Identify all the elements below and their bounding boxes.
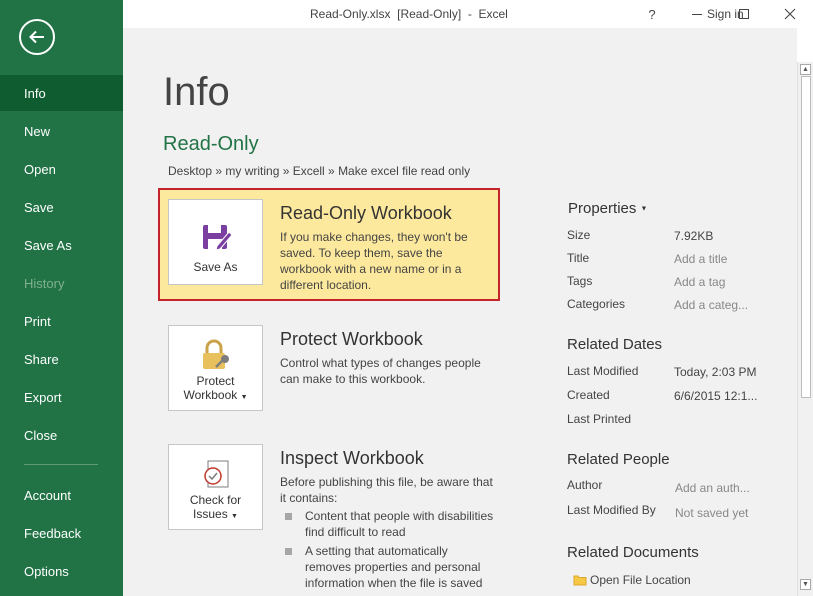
open-file-location-label: Open File Location	[590, 573, 691, 587]
title-field[interactable]: Add a title	[674, 252, 727, 266]
lock-key-icon	[202, 339, 229, 369]
dropdown-arrow-icon: ▼	[231, 513, 238, 520]
inspect-bullet-list: Content that people with disabilities fi…	[285, 508, 495, 594]
breadcrumb: Desktop » my writing » Excell » Make exc…	[168, 164, 471, 178]
protect-label-line2: Workbook	[183, 388, 238, 402]
close-window-button[interactable]	[779, 3, 801, 25]
dropdown-arrow-icon: ▼	[240, 394, 248, 401]
check-for-issues-button[interactable]: Check for Issues ▼	[168, 444, 263, 530]
info-pane: Info Read-Only Desktop » my writing » Ex…	[123, 28, 797, 596]
last-modified-label: Last Modified	[567, 364, 639, 378]
related-people-header: Related People	[567, 451, 670, 468]
properties-header: Properties	[568, 200, 637, 217]
nav-feedback[interactable]: Feedback	[0, 515, 123, 551]
scroll-up-button[interactable]: ▲	[800, 64, 811, 75]
last-printed-label: Last Printed	[567, 412, 632, 426]
related-documents-header: Related Documents	[567, 544, 699, 561]
maximize-icon	[739, 9, 749, 19]
nav-history: History	[24, 275, 65, 291]
bullet-square-icon	[285, 548, 292, 555]
scrollbar-thumb[interactable]	[801, 76, 811, 398]
nav-options[interactable]: Options	[0, 553, 123, 589]
nav-account[interactable]: Account	[0, 477, 123, 513]
author-field[interactable]: Add an auth...	[675, 481, 750, 495]
maximize-button[interactable]	[733, 3, 755, 25]
nav-open[interactable]: Open	[0, 151, 123, 187]
protect-description: Control what types of changes people can…	[280, 356, 481, 386]
last-modified-by-label: Last Modified By	[567, 503, 656, 517]
check-label-line1: Check for	[189, 493, 242, 507]
tags-label: Tags	[567, 274, 593, 288]
size-label: Size	[567, 228, 591, 242]
bullet-text: Content that people with disabilities fi…	[305, 509, 494, 539]
check-label-line2: Issues	[193, 507, 228, 521]
folder-icon	[573, 575, 587, 586]
nav-save-as[interactable]: Save As	[0, 227, 123, 263]
size-value: 7.92KB	[674, 229, 714, 243]
open-file-location-link[interactable]: Open File Location	[573, 573, 691, 587]
page-title: Info	[163, 70, 230, 114]
check-label-line2-wrap: Issues ▼	[193, 507, 238, 521]
nav-print[interactable]: Print	[0, 303, 123, 339]
nav-close[interactable]: Close	[0, 417, 123, 453]
dropdown-arrow-icon: ▼	[640, 205, 648, 213]
inspect-document-icon	[203, 460, 228, 488]
minimize-icon	[692, 14, 702, 15]
protect-label-line1: Protect	[196, 374, 235, 388]
created-value: 6/6/2015 12:1...	[674, 389, 758, 403]
nav-save[interactable]: Save	[0, 189, 123, 225]
close-icon	[784, 8, 796, 20]
read-only-title: Read-Only Workbook	[280, 203, 452, 223]
save-as-button[interactable]: Save As	[168, 199, 263, 285]
minimize-button[interactable]	[686, 3, 708, 25]
last-modified-by-value: Not saved yet	[675, 506, 749, 520]
nav-share[interactable]: Share	[0, 341, 123, 377]
help-button[interactable]: ?	[641, 3, 663, 25]
nav-divider	[24, 464, 98, 465]
related-dates-header: Related Dates	[567, 336, 663, 353]
window-title: Read-Only.xlsx [Read-Only] - Excel	[310, 7, 508, 21]
scroll-down-button[interactable]: ▼	[800, 579, 811, 590]
inspect-description: Before publishing this file, be aware th…	[280, 475, 493, 505]
nav-new[interactable]: New	[0, 113, 123, 149]
list-item: A setting that automatically removes pro…	[285, 543, 495, 591]
save-as-label: Save As	[193, 260, 238, 274]
save-as-icon	[202, 225, 233, 251]
back-button[interactable]	[19, 19, 55, 55]
bullet-square-icon	[285, 513, 292, 520]
list-item: Content that people with disabilities fi…	[285, 508, 495, 540]
author-label: Author	[567, 478, 603, 492]
bullet-text: A setting that automatically removes pro…	[305, 544, 483, 590]
protect-workbook-button[interactable]: Protect Workbook ▼	[168, 325, 263, 411]
title-bar: Read-Only.xlsx [Read-Only] - Excel Sign …	[123, 0, 813, 28]
protect-label-line2-wrap: Workbook ▼	[183, 388, 247, 402]
categories-label: Categories	[567, 297, 626, 311]
nav-info[interactable]: Info	[0, 75, 123, 111]
read-only-description: If you make changes, they won't be saved…	[280, 230, 468, 292]
file-name: Read-Only	[163, 133, 259, 155]
title-label: Title	[567, 251, 590, 265]
protect-title: Protect Workbook	[280, 329, 423, 349]
arrow-left-icon	[29, 30, 44, 44]
tags-field[interactable]: Add a tag	[674, 275, 725, 289]
categories-field[interactable]: Add a categ...	[674, 298, 748, 312]
nav-export[interactable]: Export	[0, 379, 123, 415]
vertical-scrollbar[interactable]: ▲ ▼	[797, 62, 813, 596]
last-modified-value: Today, 2:03 PM	[674, 365, 757, 379]
inspect-title: Inspect Workbook	[280, 448, 424, 468]
backstage-sidebar: Info New Open Save Save As History Print…	[0, 0, 123, 596]
created-label: Created	[567, 388, 610, 402]
properties-dropdown[interactable]: Properties ▼	[568, 200, 647, 217]
